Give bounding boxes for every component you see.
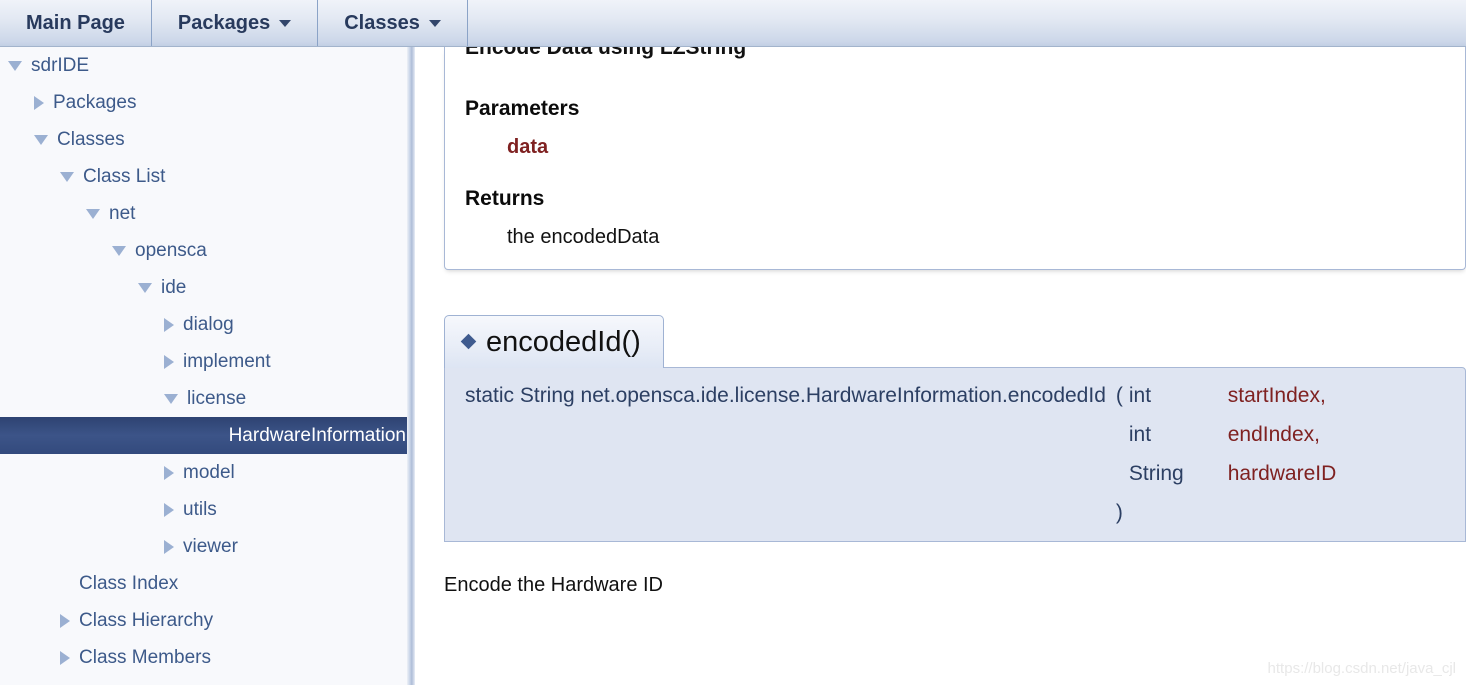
- param-type: String: [1128, 462, 1184, 485]
- member-description: Encode the Hardware ID: [444, 574, 664, 596]
- tree-item-hardwareinformation[interactable]: HardwareInformation: [0, 417, 413, 454]
- tree-item-class-members[interactable]: Class Members: [0, 639, 413, 676]
- caret-right-icon[interactable]: [34, 95, 44, 110]
- caret-down-icon[interactable]: [164, 393, 178, 404]
- tree-item-label: viewer: [183, 535, 238, 557]
- param-name: startIndex,: [1227, 384, 1326, 407]
- param-type: int: [1128, 423, 1152, 446]
- navigation-tree-sidebar[interactable]: sdrIDE Packages Classes Class List net opensc…: [0, 47, 414, 685]
- signature-table: static String net.opensca.ide.license.Ha…: [465, 384, 1336, 525]
- previous-member-doc-panel: Encode Data using LZString Parameters da…: [444, 47, 1466, 270]
- tree-item-classes[interactable]: Classes: [0, 121, 413, 158]
- param-name: hardwareID: [1227, 462, 1337, 485]
- nav-tab-classes[interactable]: Classes: [318, 0, 468, 46]
- navbar-filler: [468, 0, 1466, 46]
- tree-item-ide[interactable]: ide: [0, 269, 413, 306]
- signature-row: int endIndex,: [465, 423, 1336, 462]
- parameter-name: data: [507, 136, 549, 158]
- tree-item-label: dialog: [183, 313, 234, 335]
- caret-down-icon[interactable]: [60, 171, 74, 182]
- main-navbar: Main Page Packages Classes: [0, 0, 1466, 47]
- caret-right-icon[interactable]: [164, 317, 174, 332]
- tree-spacer-icon: [60, 583, 70, 584]
- tree-item-label: license: [187, 387, 247, 409]
- tree-item-opensca[interactable]: opensca: [0, 232, 413, 269]
- tree-item-label: HardwareInformation: [228, 424, 406, 446]
- signature-spacer: [1106, 462, 1123, 501]
- member-title-encodedid[interactable]: encodedId(): [444, 315, 664, 368]
- tree-item-label: Class List: [83, 165, 166, 187]
- tree-item-label: ide: [161, 276, 187, 298]
- tree-item-label: Packages: [53, 91, 137, 113]
- returns-heading: Returns: [465, 187, 545, 210]
- close-paren: ): [1115, 501, 1123, 524]
- returns-text: the encodedData: [507, 226, 660, 248]
- tree-item-class-list[interactable]: Class List: [0, 158, 413, 195]
- caret-down-icon[interactable]: [138, 282, 152, 293]
- caret-down-icon[interactable]: [8, 60, 22, 71]
- open-paren: (: [1115, 384, 1123, 407]
- tree-item-label: sdrIDE: [31, 54, 90, 76]
- caret-right-icon[interactable]: [164, 502, 174, 517]
- caret-right-icon[interactable]: [164, 465, 174, 480]
- nav-tab-label: Main Page: [26, 11, 125, 34]
- caret-right-icon[interactable]: [60, 650, 70, 665]
- tree-item-label: implement: [183, 350, 271, 372]
- chevron-down-icon: [428, 19, 441, 27]
- tree-item-implement[interactable]: implement: [0, 343, 413, 380]
- signature-row: static String net.opensca.ide.license.Ha…: [465, 384, 1336, 423]
- signature-spacer: [1106, 423, 1123, 462]
- parameters-heading: Parameters: [465, 97, 580, 120]
- signature-row: String hardwareID: [465, 462, 1336, 501]
- documentation-content: Encode Data using LZString Parameters da…: [416, 47, 1466, 685]
- member-title-label: encodedId(): [486, 326, 641, 358]
- nav-tab-label: Packages: [177, 11, 271, 34]
- panel-spacer: [416, 270, 1466, 315]
- nav-tab-label: Classes: [344, 11, 420, 34]
- param-name: endIndex,: [1227, 423, 1320, 446]
- tree-item-label: Class Members: [79, 646, 211, 668]
- caret-right-icon[interactable]: [164, 354, 174, 369]
- parameter-row: data: [507, 136, 1445, 159]
- chevron-down-icon: [279, 19, 292, 27]
- signature-spacer: [465, 423, 1106, 462]
- signature-spacer: [1184, 501, 1337, 525]
- sidebar-splitter[interactable]: [407, 47, 415, 685]
- signature-spacer: [1123, 501, 1184, 525]
- signature-prefix: static String net.opensca.ide.license.Ha…: [465, 384, 1106, 407]
- tree-item-class-hierarchy[interactable]: Class Hierarchy: [0, 602, 413, 639]
- tree-item-class-index[interactable]: Class Index: [0, 565, 413, 602]
- tree-item-label: utils: [183, 498, 217, 520]
- previous-member-description: Encode Data using LZString: [465, 47, 747, 59]
- caret-right-icon[interactable]: [60, 613, 70, 628]
- member-prototype-panel: static String net.opensca.ide.license.Ha…: [444, 367, 1466, 542]
- signature-row: ): [465, 501, 1336, 525]
- tree-item-license[interactable]: license: [0, 380, 413, 417]
- tree-item-label: model: [183, 461, 235, 483]
- param-type: int: [1128, 384, 1152, 407]
- signature-spacer: [465, 501, 1106, 525]
- tree-list: sdrIDE Packages Classes Class List net opensc…: [0, 47, 413, 676]
- tree-item-packages[interactable]: Packages: [0, 84, 413, 121]
- tree-item-label: Class Index: [79, 572, 179, 594]
- tree-item-net[interactable]: net: [0, 195, 413, 232]
- tree-item-dialog[interactable]: dialog: [0, 306, 413, 343]
- caret-down-icon[interactable]: [86, 208, 100, 219]
- caret-down-icon[interactable]: [112, 245, 126, 256]
- tree-item-label: opensca: [135, 239, 207, 261]
- nav-tab-main-page[interactable]: Main Page: [0, 0, 152, 46]
- signature-spacer: [465, 462, 1106, 501]
- diamond-bullet-icon: [460, 333, 477, 350]
- tree-item-sdride[interactable]: sdrIDE: [0, 47, 413, 84]
- tree-item-viewer[interactable]: viewer: [0, 528, 413, 565]
- tree-item-utils[interactable]: utils: [0, 491, 413, 528]
- tree-item-label: Class Hierarchy: [79, 609, 214, 631]
- tree-item-label: net: [109, 202, 136, 224]
- tree-item-model[interactable]: model: [0, 454, 413, 491]
- caret-right-icon[interactable]: [164, 539, 174, 554]
- caret-down-icon[interactable]: [34, 134, 48, 145]
- tree-item-label: Classes: [57, 128, 125, 150]
- nav-tab-packages[interactable]: Packages: [152, 0, 319, 46]
